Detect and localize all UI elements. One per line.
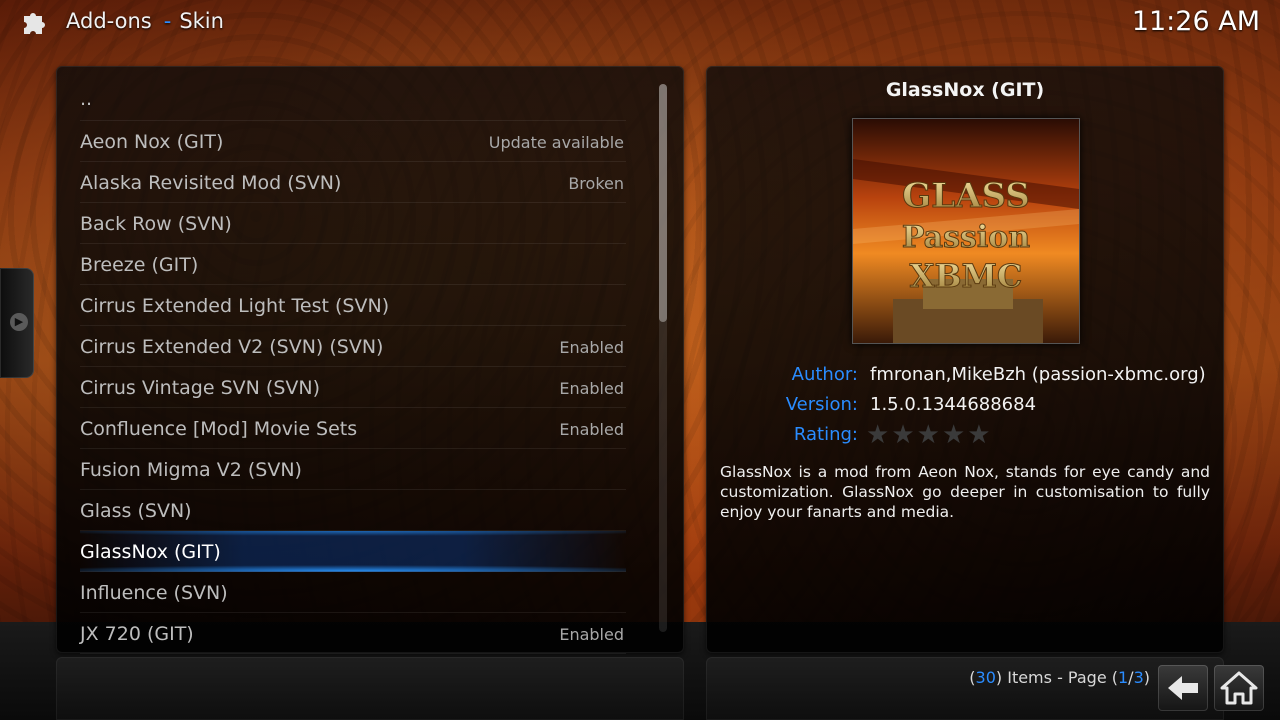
list-item-name: Breeze (GIT) [80, 254, 199, 276]
list-item-name: Alaska Revisited Mod (SVN) [80, 172, 342, 194]
list-item-name: Cirrus Vintage SVN (SVN) [80, 377, 321, 399]
list-item[interactable]: Cirrus Extended Light Test (SVN) [80, 285, 626, 326]
title-subsection: Skin [179, 9, 224, 33]
author-label: Author: [791, 364, 858, 385]
list-item[interactable]: Aeon Nox (GIT) Update available [80, 121, 626, 162]
list-item[interactable]: Fusion Migma V2 (SVN) [80, 449, 626, 490]
star-icon: ★ [916, 420, 940, 450]
list-item-status: Broken [568, 174, 624, 193]
rating-label: Rating: [793, 424, 858, 445]
header: Add-ons - Skin 11:26 AM [0, 0, 1280, 46]
addon-list: .. Aeon Nox (GIT) Update available Alask… [80, 84, 626, 654]
list-scrollbar[interactable] [659, 84, 667, 632]
item-count-total: 30 [975, 668, 996, 687]
footer-right-panel [706, 657, 1224, 720]
star-icon: ★ [941, 420, 966, 450]
list-item-name: Cirrus Extended V2 (SVN) (SVN) [80, 336, 384, 358]
list-item-status: Enabled [559, 420, 624, 439]
item-count-close: ) [1143, 668, 1150, 687]
title-separator: - [163, 9, 172, 33]
item-count: (30) Items - Page (1/3) [969, 668, 1150, 687]
thumbnail-line-1: GLASS [902, 176, 1030, 216]
list-item-name: GlassNox (GIT) [80, 541, 221, 563]
list-item[interactable]: Glass (SVN) [80, 490, 626, 531]
home-button[interactable] [1214, 665, 1264, 711]
list-item-status: Enabled [559, 338, 624, 357]
star-icon: ★ [891, 420, 915, 450]
version-label: Version: [785, 394, 858, 415]
side-menu-tab[interactable]: ▶ [0, 268, 34, 378]
title-section: Add-ons [66, 9, 152, 33]
item-count-text: ) Items - Page ( [995, 668, 1118, 687]
thumbnail-line-3: XBMC [910, 257, 1023, 295]
star-icon: ★ [967, 420, 991, 450]
list-item-status: Update available [488, 133, 624, 152]
list-item-name: Fusion Migma V2 (SVN) [80, 459, 302, 481]
page-total: 3 [1133, 668, 1144, 687]
list-item-name: Influence (SVN) [80, 582, 228, 604]
list-item-status: Enabled [559, 379, 624, 398]
home-icon [1220, 671, 1258, 705]
list-item[interactable]: Alaska Revisited Mod (SVN) Broken [80, 162, 626, 203]
addon-thumbnail: GLASS Passion XBMC [852, 118, 1080, 344]
parent-folder-label: .. [80, 88, 93, 110]
footer-left-panel [56, 657, 684, 720]
scrollbar-thumb[interactable] [659, 84, 667, 322]
version-value: 1.5.0.1344688684 [870, 394, 1037, 415]
page-current: 1 [1117, 668, 1129, 687]
list-item[interactable]: JX 720 (GIT) Enabled [80, 613, 626, 654]
list-item[interactable]: Back Row (SVN) [80, 203, 626, 244]
puzzle-icon [20, 6, 54, 40]
list-item-name: Cirrus Extended Light Test (SVN) [80, 295, 390, 317]
addon-title: GlassNox (GIT) [885, 79, 1045, 101]
window-title: Add-ons - Skin [66, 9, 224, 33]
list-item[interactable]: Breeze (GIT) [80, 244, 626, 285]
list-item[interactable]: Influence (SVN) [80, 572, 626, 613]
list-item-name: Glass (SVN) [80, 500, 192, 522]
back-button[interactable] [1158, 665, 1208, 711]
list-item-status: Enabled [559, 625, 624, 644]
author-value: fmronan,MikeBzh (passion-xbmc.org) [870, 364, 1206, 385]
rating-stars: ★ ★ ★ ★ ★ [866, 422, 991, 448]
parent-folder-item[interactable]: .. [80, 84, 626, 121]
addon-description: GlassNox is a mod from Aeon Nox, stands … [720, 463, 1210, 521]
addon-list-panel: .. Aeon Nox (GIT) Update available Alask… [56, 66, 684, 654]
clock: 11:26 AM [1131, 6, 1260, 37]
list-item-selected[interactable]: GlassNox (GIT) [80, 531, 626, 572]
list-item[interactable]: Confluence [Mod] Movie Sets Enabled [80, 408, 626, 449]
list-item[interactable]: Cirrus Extended V2 (SVN) (SVN) Enabled [80, 326, 626, 367]
list-item-name: Confluence [Mod] Movie Sets [80, 418, 358, 440]
list-item[interactable]: Cirrus Vintage SVN (SVN) Enabled [80, 367, 626, 408]
star-icon: ★ [866, 420, 890, 450]
thumbnail-line-2: Passion [902, 220, 1030, 255]
back-arrow-icon [1168, 676, 1198, 700]
addon-info-panel: GlassNox (GIT) GLASS Passion XBMC Author… [706, 66, 1224, 653]
list-item-name: Back Row (SVN) [80, 213, 232, 235]
list-item-name: JX 720 (GIT) [80, 623, 194, 645]
list-item-name: Aeon Nox (GIT) [80, 131, 224, 153]
chevron-right-icon: ▶ [10, 313, 28, 331]
